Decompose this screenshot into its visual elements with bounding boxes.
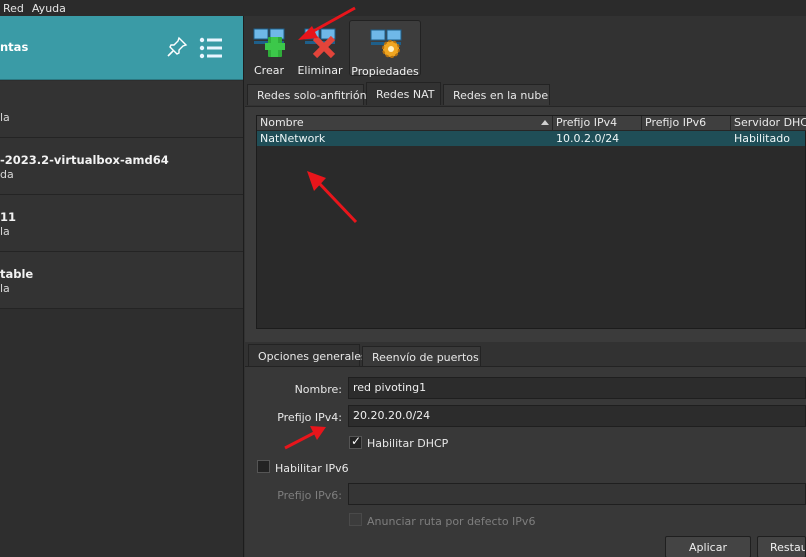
- vm-item[interactable]: la: [0, 81, 243, 138]
- tools-header[interactable]: ntas: [0, 16, 243, 80]
- vm-name: table: [0, 267, 34, 281]
- nat-networks-table[interactable]: Nombre Prefijo IPv4 Prefijo IPv6 Servido…: [256, 115, 806, 329]
- cell-dhcp: Habilitado: [734, 132, 790, 145]
- menu-ayuda[interactable]: Ayuda: [28, 2, 70, 15]
- ipv4-prefix-input[interactable]: 20.20.20.0/24: [348, 405, 806, 427]
- delete-network-icon: [304, 28, 336, 58]
- vm-name: 11: [0, 210, 17, 224]
- create-button[interactable]: Crear: [249, 20, 289, 77]
- ipv4-prefix-label: Prefijo IPv4:: [277, 411, 342, 424]
- properties-button[interactable]: Propiedades: [349, 20, 421, 78]
- tab-general-options-label: Opciones generales: [258, 349, 367, 363]
- vm-state: la: [0, 225, 10, 238]
- tools-title: ntas: [0, 40, 29, 54]
- list-menu-icon[interactable]: [198, 36, 224, 60]
- enable-dhcp-checkbox[interactable]: [349, 434, 362, 449]
- properties-gear-icon: [370, 29, 402, 58]
- tab-port-forwarding-label: Reenvío de puertos: [372, 350, 479, 364]
- menu-red[interactable]: Red: [0, 2, 28, 15]
- tab-host-only[interactable]: Redes solo-anfitrión: [247, 84, 367, 105]
- main-panel: Crear Eliminar Propiedades Redes solo-an…: [245, 16, 806, 557]
- vm-name: -2023.2-virtualbox-amd64: [0, 153, 169, 167]
- advertise-default-route-checkbox[interactable]: [349, 513, 362, 526]
- delete-button[interactable]: Eliminar: [297, 20, 343, 77]
- pin-icon[interactable]: [166, 36, 188, 58]
- advertise-default-route-label: Anunciar ruta por defecto IPv6: [367, 515, 536, 528]
- column-header-name[interactable]: Nombre: [257, 116, 553, 131]
- enable-ipv6-label: Habilitar IPv6: [275, 462, 349, 475]
- properties-label: Propiedades: [351, 65, 419, 78]
- tab-cloud[interactable]: Redes en la nube: [443, 84, 550, 105]
- enable-ipv6-checkbox[interactable]: [257, 460, 270, 473]
- column-header-ipv6[interactable]: Prefijo IPv6: [642, 116, 731, 131]
- network-properties-form: Nombre: red pivoting1 Prefijo IPv4: 20.2…: [245, 366, 806, 557]
- cell-name: NatNetwork: [260, 132, 326, 145]
- vm-state: la: [0, 282, 10, 295]
- sidebar: ntas la -2023.2-virtualbox-amd64 da 11 l…: [0, 16, 244, 557]
- tab-host-only-label: Redes solo-anfitrión: [257, 88, 367, 102]
- tab-port-forwarding[interactable]: Reenvío de puertos: [362, 346, 481, 367]
- name-input[interactable]: red pivoting1: [348, 377, 806, 399]
- sort-ascending-icon: [541, 120, 549, 125]
- restore-button[interactable]: Restau: [757, 536, 806, 557]
- ipv6-prefix-label: Prefijo IPv6:: [277, 489, 342, 502]
- vm-item[interactable]: 11 la: [0, 195, 243, 252]
- enable-dhcp-label: Habilitar DHCP: [367, 437, 449, 450]
- ipv6-prefix-input[interactable]: [348, 483, 806, 505]
- create-label: Crear: [254, 64, 284, 77]
- tab-nat-label: Redes NAT: [376, 87, 435, 101]
- vm-item[interactable]: -2023.2-virtualbox-amd64 da: [0, 138, 243, 195]
- menu-bar: Red Ayuda: [0, 0, 806, 16]
- cell-ipv6: [642, 131, 645, 146]
- table-row[interactable]: [257, 131, 805, 146]
- vm-state: da: [0, 168, 14, 181]
- column-header-dhcp[interactable]: Servidor DHCP: [731, 116, 806, 131]
- tab-cloud-label: Redes en la nube: [453, 88, 549, 102]
- nat-networks-panel: Nombre Prefijo IPv4 Prefijo IPv6 Servido…: [245, 106, 806, 342]
- apply-button[interactable]: Aplicar: [665, 536, 751, 557]
- tab-nat[interactable]: Redes NAT: [366, 82, 441, 105]
- column-header-ipv4[interactable]: Prefijo IPv4: [553, 116, 642, 131]
- vm-state: la: [0, 111, 10, 124]
- cell-ipv4: 10.0.2.0/24: [556, 132, 620, 145]
- tab-general-options[interactable]: Opciones generales: [248, 344, 367, 367]
- name-label: Nombre:: [294, 383, 342, 396]
- create-network-icon: [253, 28, 285, 57]
- delete-label: Eliminar: [297, 64, 343, 77]
- vm-item[interactable]: table la: [0, 252, 243, 309]
